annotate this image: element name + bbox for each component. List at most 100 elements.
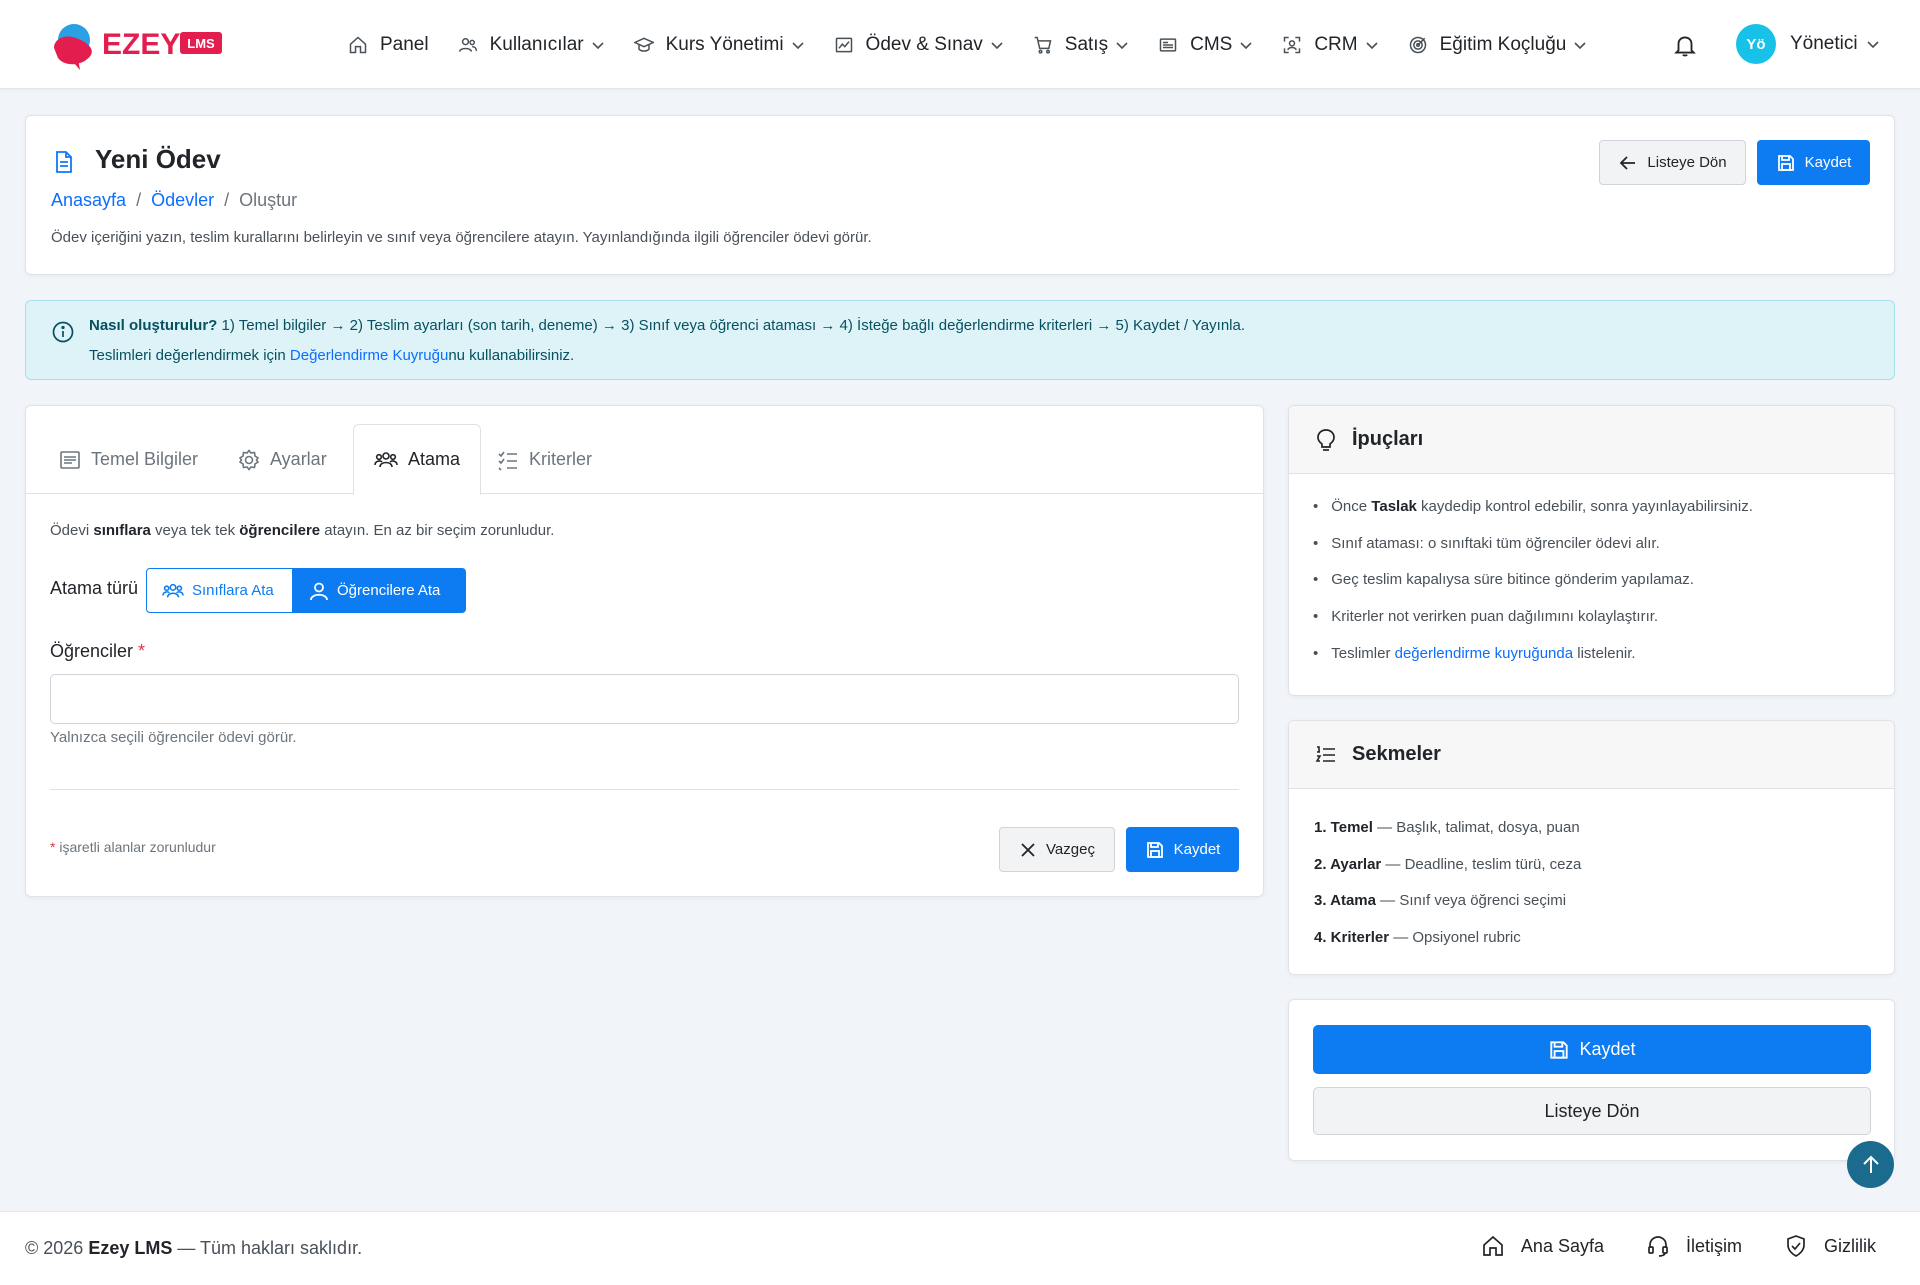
assign-to-classes-option[interactable]: Sınıflara Ata bbox=[146, 568, 293, 613]
floppy-disk-icon bbox=[1777, 154, 1794, 171]
button-label: Listeye Dön bbox=[1647, 154, 1727, 171]
svg-text:EZEY: EZEY bbox=[102, 28, 180, 61]
nav-item-panel[interactable]: Panel bbox=[348, 34, 429, 56]
section-name: 1. Temel bbox=[1314, 819, 1373, 836]
nav-label: Panel bbox=[380, 33, 429, 55]
nav-item-coaching[interactable]: Eğitim Koçluğu bbox=[1408, 34, 1588, 56]
section-desc: — Opsiyonel rubric bbox=[1389, 928, 1521, 946]
floppy-disk-icon bbox=[1146, 841, 1163, 858]
headset-icon bbox=[1648, 1236, 1668, 1257]
nav-item-users[interactable]: Kullanıcılar bbox=[458, 34, 605, 56]
tab-label: Temel Bilgiler bbox=[91, 449, 199, 469]
list-item: 3. Atama — Sınıf veya öğrenci seçimi bbox=[1314, 892, 1581, 929]
tips-card: İpuçları Önce Taslak kaydedip kontrol ed… bbox=[1288, 405, 1895, 696]
tips-header: İpuçları bbox=[1289, 406, 1894, 474]
sections-card: Sekmeler 1. Temel — Başlık, talimat, dos… bbox=[1288, 720, 1895, 975]
close-icon bbox=[1021, 842, 1035, 857]
copyright: © 2026 Ezey LMS — Tüm hakları saklıdır. bbox=[25, 1238, 362, 1259]
tab-basic-info[interactable]: Temel Bilgiler bbox=[39, 424, 218, 495]
form-save-button[interactable]: Kaydet bbox=[1126, 827, 1239, 872]
cancel-button[interactable]: Vazgeç bbox=[999, 827, 1115, 872]
form-tabs: Temel Bilgiler Ayarlar Atama Kriterler bbox=[26, 406, 1263, 495]
list-item: 4. Kriterler — Opsiyonel rubric bbox=[1314, 929, 1581, 966]
breadcrumb-separator: / bbox=[224, 190, 230, 210]
option-label: Öğrencilere Ata bbox=[337, 582, 441, 599]
button-label: Kaydet bbox=[1173, 841, 1221, 858]
save-button[interactable]: Kaydet bbox=[1757, 140, 1870, 185]
assignment-type-label: Atama türü bbox=[50, 578, 139, 598]
copyright-text: © 2026 bbox=[25, 1238, 89, 1258]
chevron-down-icon bbox=[1366, 41, 1378, 49]
nav-item-cms[interactable]: CMS bbox=[1158, 34, 1253, 56]
students-hint: Yalnızca seçili öğrenciler ödevi görür. bbox=[50, 729, 297, 746]
breadcrumb-assignments[interactable]: Ödevler bbox=[151, 190, 214, 211]
sidebar-save-button[interactable]: Kaydet bbox=[1313, 1025, 1871, 1074]
graduation-cap-icon bbox=[633, 37, 654, 52]
students-select-input[interactable] bbox=[50, 674, 1239, 724]
tab-settings[interactable]: Ayarlar bbox=[218, 424, 347, 495]
shield-check-icon bbox=[1787, 1235, 1805, 1257]
brand-logo[interactable]: EZEY LMS bbox=[50, 18, 225, 72]
option-label: Sınıflara Ata bbox=[192, 582, 274, 599]
nav-item-crm[interactable]: CRM bbox=[1282, 34, 1378, 56]
floppy-disk-icon bbox=[1550, 1040, 1569, 1059]
main-nav: Panel Kullanıcılar Kurs Yönetimi Ödev & … bbox=[348, 0, 1616, 89]
user-menu[interactable]: Yö Yönetici bbox=[1736, 24, 1880, 64]
chevron-down-icon bbox=[1574, 41, 1586, 49]
nav-item-sales[interactable]: Satış bbox=[1033, 34, 1129, 56]
tab-assignment[interactable]: Atama bbox=[353, 424, 482, 495]
tab-criteria[interactable]: Kriterler bbox=[477, 424, 612, 495]
desc-text: Ödevi bbox=[50, 522, 94, 539]
review-queue-link[interactable]: Değerlendirme Kuyruğu bbox=[290, 347, 448, 364]
bell-icon[interactable] bbox=[1672, 32, 1698, 58]
page-description: Ödev içeriğini yazın, teslim kurallarını… bbox=[51, 229, 872, 246]
assign-to-students-option[interactable]: Öğrencilere Ata bbox=[293, 568, 466, 613]
chevron-down-icon bbox=[592, 41, 604, 49]
chevron-down-icon bbox=[791, 41, 804, 49]
section-name: 2. Ayarlar bbox=[1314, 855, 1382, 873]
assignment-type-toggle: Sınıflara Ata Öğrencilere Ata bbox=[146, 568, 466, 613]
desc-text: veya tek tek bbox=[150, 522, 240, 539]
scroll-to-top-button[interactable] bbox=[1847, 1141, 1894, 1188]
required-note: * işaretli alanlar zorunludur bbox=[50, 839, 216, 855]
section-name: 4. Kriterler bbox=[1314, 928, 1390, 946]
person-scan-icon bbox=[1284, 36, 1301, 53]
tip-text: Önce bbox=[1331, 498, 1372, 515]
copyright-brand: Ezey LMS bbox=[88, 1238, 173, 1258]
footer-link-privacy[interactable]: Gizlilik bbox=[1784, 1234, 1876, 1258]
nav-item-courses[interactable]: Kurs Yönetimi bbox=[633, 33, 805, 56]
students-label-text: Öğrenciler bbox=[50, 641, 134, 661]
footer-link-home[interactable]: Ana Sayfa bbox=[1481, 1234, 1604, 1258]
info-alert: Nasıl oluşturulur? 1) Temel bilgiler → 2… bbox=[25, 300, 1895, 380]
button-label: Kaydet bbox=[1804, 154, 1852, 171]
alert-note-suffix: nu kullanabilirsiniz. bbox=[448, 347, 575, 364]
nav-label: Kurs Yönetimi bbox=[665, 33, 784, 55]
chevron-down-icon bbox=[1867, 41, 1879, 49]
list-item: Sınıf ataması: o sınıftaki tüm öğrencile… bbox=[1313, 535, 1753, 572]
breadcrumb-home[interactable]: Anasayfa bbox=[51, 190, 126, 211]
person-icon bbox=[310, 582, 328, 600]
alert-title: Nasıl oluşturulur? bbox=[89, 317, 218, 334]
section-name: 3. Atama bbox=[1314, 892, 1376, 909]
target-icon bbox=[1409, 36, 1426, 53]
users-icon bbox=[458, 37, 477, 52]
copyright-text: — Tüm hakları saklıdır. bbox=[172, 1238, 363, 1258]
cart-icon bbox=[1034, 36, 1052, 54]
avatar: Yö bbox=[1736, 24, 1776, 64]
tab-label: Ayarlar bbox=[270, 449, 327, 469]
back-to-list-button[interactable]: Listeye Dön bbox=[1599, 140, 1746, 185]
alert-steps: Nasıl oluşturulur? 1) Temel bilgiler → 2… bbox=[89, 317, 1245, 334]
footer-link-label: İletişim bbox=[1685, 1235, 1742, 1256]
lightbulb-icon bbox=[1317, 428, 1335, 451]
tip-text: Teslimler bbox=[1331, 644, 1395, 662]
review-queue-link[interactable]: değerlendirme kuyruğunda bbox=[1395, 645, 1573, 662]
sections-title: Sekmeler bbox=[1352, 743, 1441, 765]
nav-item-assignments[interactable]: Ödev & Sınav bbox=[834, 34, 1004, 56]
sidebar-back-button[interactable]: Listeye Dön bbox=[1313, 1087, 1871, 1135]
nav-label: CRM bbox=[1314, 33, 1358, 55]
desc-bold-students: öğrencilere bbox=[239, 522, 321, 539]
sections-list: 1. Temel — Başlık, talimat, dosya, puan … bbox=[1314, 819, 1581, 965]
desc-bold-classes: sınıflara bbox=[93, 522, 151, 539]
nav-label: Satış bbox=[1064, 33, 1109, 55]
footer-link-contact[interactable]: İletişim bbox=[1646, 1234, 1742, 1258]
